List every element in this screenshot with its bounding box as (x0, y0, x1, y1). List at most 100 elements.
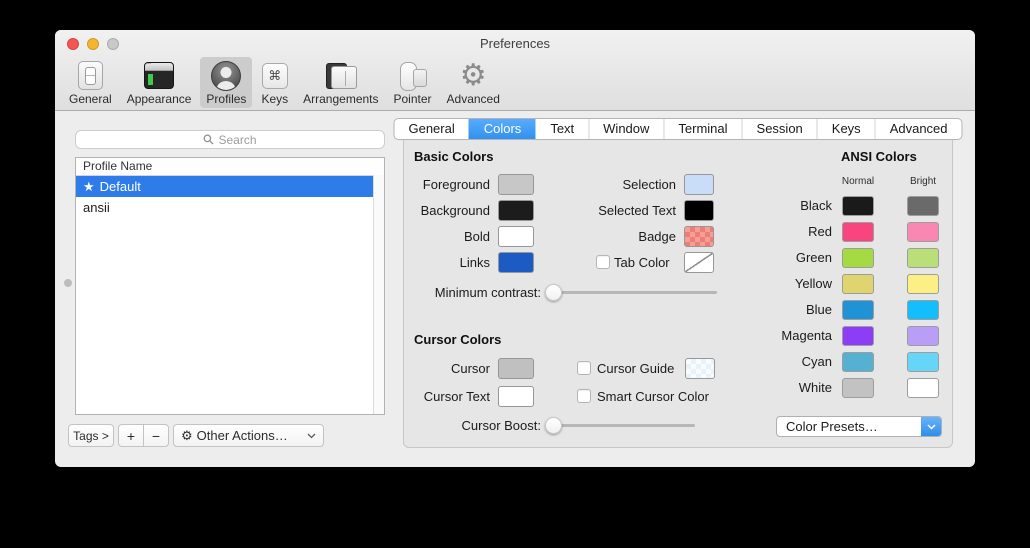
tab-color-well[interactable] (684, 252, 714, 273)
slider-track[interactable] (545, 424, 695, 427)
selection-color-well[interactable] (684, 174, 714, 195)
bold-label: Bold (404, 226, 490, 247)
smart-cursor-color-label: Smart Cursor Color (597, 386, 747, 407)
gear-icon: ⚙ (460, 60, 487, 91)
profile-row-ansii[interactable]: ansii (76, 197, 384, 218)
default-star-icon: ★ (83, 176, 95, 197)
tab-text[interactable]: Text (535, 119, 588, 139)
other-actions-dropdown[interactable]: ⚙ Other Actions… (173, 424, 324, 447)
remove-profile-button[interactable]: − (143, 425, 168, 446)
minimum-contrast-slider[interactable] (545, 284, 717, 301)
color-presets-dropdown[interactable]: Color Presets… (776, 416, 942, 437)
tab-general[interactable]: General (394, 119, 468, 139)
toolbar-label: Pointer (394, 92, 432, 106)
selected-text-color-well[interactable] (684, 200, 714, 221)
ansi-cyan-label: Cyan (734, 351, 832, 372)
gear-small-icon: ⚙ (181, 429, 193, 442)
appearance-window-icon: × (144, 60, 174, 91)
toolbar-item-profiles[interactable]: Profiles (200, 57, 252, 108)
preferences-window: Preferences General × Appearance Profile… (55, 30, 975, 467)
slider-knob[interactable] (545, 284, 562, 301)
cursor-color-well[interactable] (498, 358, 534, 379)
background-color-well[interactable] (498, 200, 534, 221)
ansi-white-bright-well[interactable] (907, 378, 939, 398)
tab-color-checkbox[interactable] (596, 255, 610, 269)
chevron-down-icon (927, 424, 936, 430)
ansi-black-bright-well[interactable] (907, 196, 939, 216)
toolbar-item-general[interactable]: General (63, 57, 118, 108)
toolbar-item-appearance[interactable]: × Appearance (121, 57, 198, 108)
cursor-guide-color-well[interactable] (685, 358, 715, 379)
ansi-cyan-normal-well[interactable] (842, 352, 874, 372)
tab-window[interactable]: Window (588, 119, 663, 139)
splitter-dot (64, 279, 72, 287)
ansi-blue-normal-well[interactable] (842, 300, 874, 320)
ansi-green-normal-well[interactable] (842, 248, 874, 268)
toolbar-item-pointer[interactable]: Pointer (388, 57, 438, 108)
cursor-text-color-well[interactable] (498, 386, 534, 407)
badge-label: Badge (546, 226, 676, 247)
toolbar-label: Arrangements (303, 92, 378, 106)
profile-row-label: ansii (83, 197, 110, 218)
window-chrome: Preferences General × Appearance Profile… (55, 30, 975, 111)
foreground-label: Foreground (404, 174, 490, 195)
toolbar-label: Keys (261, 92, 288, 106)
color-presets-label: Color Presets… (777, 419, 921, 434)
ansi-yellow-bright-well[interactable] (907, 274, 939, 294)
smart-cursor-color-checkbox[interactable] (577, 389, 591, 403)
ansi-blue-label: Blue (734, 299, 832, 320)
profile-list: Profile Name ★ Default ansii (75, 157, 385, 415)
ansi-white-label: White (734, 377, 832, 398)
ansi-magenta-label: Magenta (734, 325, 832, 346)
search-input[interactable]: Search (75, 130, 385, 149)
ansi-bright-header: Bright (903, 176, 943, 187)
colors-tab-panel: Basic Colors Foreground Background Bold … (403, 128, 953, 448)
tags-button[interactable]: Tags > (68, 424, 114, 447)
cursor-guide-checkbox[interactable] (577, 361, 591, 375)
ansi-red-label: Red (734, 221, 832, 242)
slider-knob[interactable] (545, 417, 562, 434)
ansi-black-label: Black (734, 195, 832, 216)
profile-name-column-header: Profile Name (76, 158, 384, 176)
ansi-white-normal-well[interactable] (842, 378, 874, 398)
ansi-yellow-label: Yellow (734, 273, 832, 294)
slider-track[interactable] (545, 291, 717, 294)
ansi-red-bright-well[interactable] (907, 222, 939, 242)
toolbar-item-arrangements[interactable]: Arrangements (297, 57, 384, 108)
profile-list-scrollbar[interactable] (373, 175, 384, 414)
search-icon (203, 134, 214, 145)
ansi-colors-title: ANSI Colors (841, 149, 917, 164)
toolbar-item-keys[interactable]: ⌘ Keys (255, 57, 294, 108)
ansi-black-normal-well[interactable] (842, 196, 874, 216)
tab-keys[interactable]: Keys (817, 119, 875, 139)
links-color-well[interactable] (498, 252, 534, 273)
profile-actions-bar: Tags > + − ⚙ Other Actions… (68, 424, 324, 447)
ansi-green-bright-well[interactable] (907, 248, 939, 268)
ansi-cyan-bright-well[interactable] (907, 352, 939, 372)
profile-row-default[interactable]: ★ Default (76, 176, 384, 197)
cursor-boost-slider[interactable] (545, 417, 695, 434)
bold-color-well[interactable] (498, 226, 534, 247)
toolbar-item-advanced[interactable]: ⚙ Advanced (441, 57, 506, 108)
tab-colors[interactable]: Colors (469, 119, 536, 139)
command-key-icon: ⌘ (262, 60, 288, 91)
ansi-yellow-normal-well[interactable] (842, 274, 874, 294)
ansi-magenta-bright-well[interactable] (907, 326, 939, 346)
toolbar-label: Appearance (127, 92, 192, 106)
titlebar: Preferences (55, 30, 975, 56)
tab-terminal[interactable]: Terminal (663, 119, 741, 139)
ansi-magenta-normal-well[interactable] (842, 326, 874, 346)
add-remove-segment: + − (118, 424, 169, 447)
tab-advanced[interactable]: Advanced (875, 119, 962, 139)
ansi-blue-bright-well[interactable] (907, 300, 939, 320)
cursor-colors-title: Cursor Colors (414, 332, 501, 347)
other-actions-label: Other Actions… (197, 428, 288, 443)
tab-session[interactable]: Session (742, 119, 817, 139)
cursor-text-label: Cursor Text (404, 386, 490, 407)
ansi-red-normal-well[interactable] (842, 222, 874, 242)
add-profile-button[interactable]: + (119, 425, 143, 446)
basic-colors-title: Basic Colors (414, 149, 493, 164)
badge-color-well[interactable] (684, 226, 714, 247)
foreground-color-well[interactable] (498, 174, 534, 195)
toolbar: General × Appearance Profiles ⌘ Keys (63, 57, 506, 108)
